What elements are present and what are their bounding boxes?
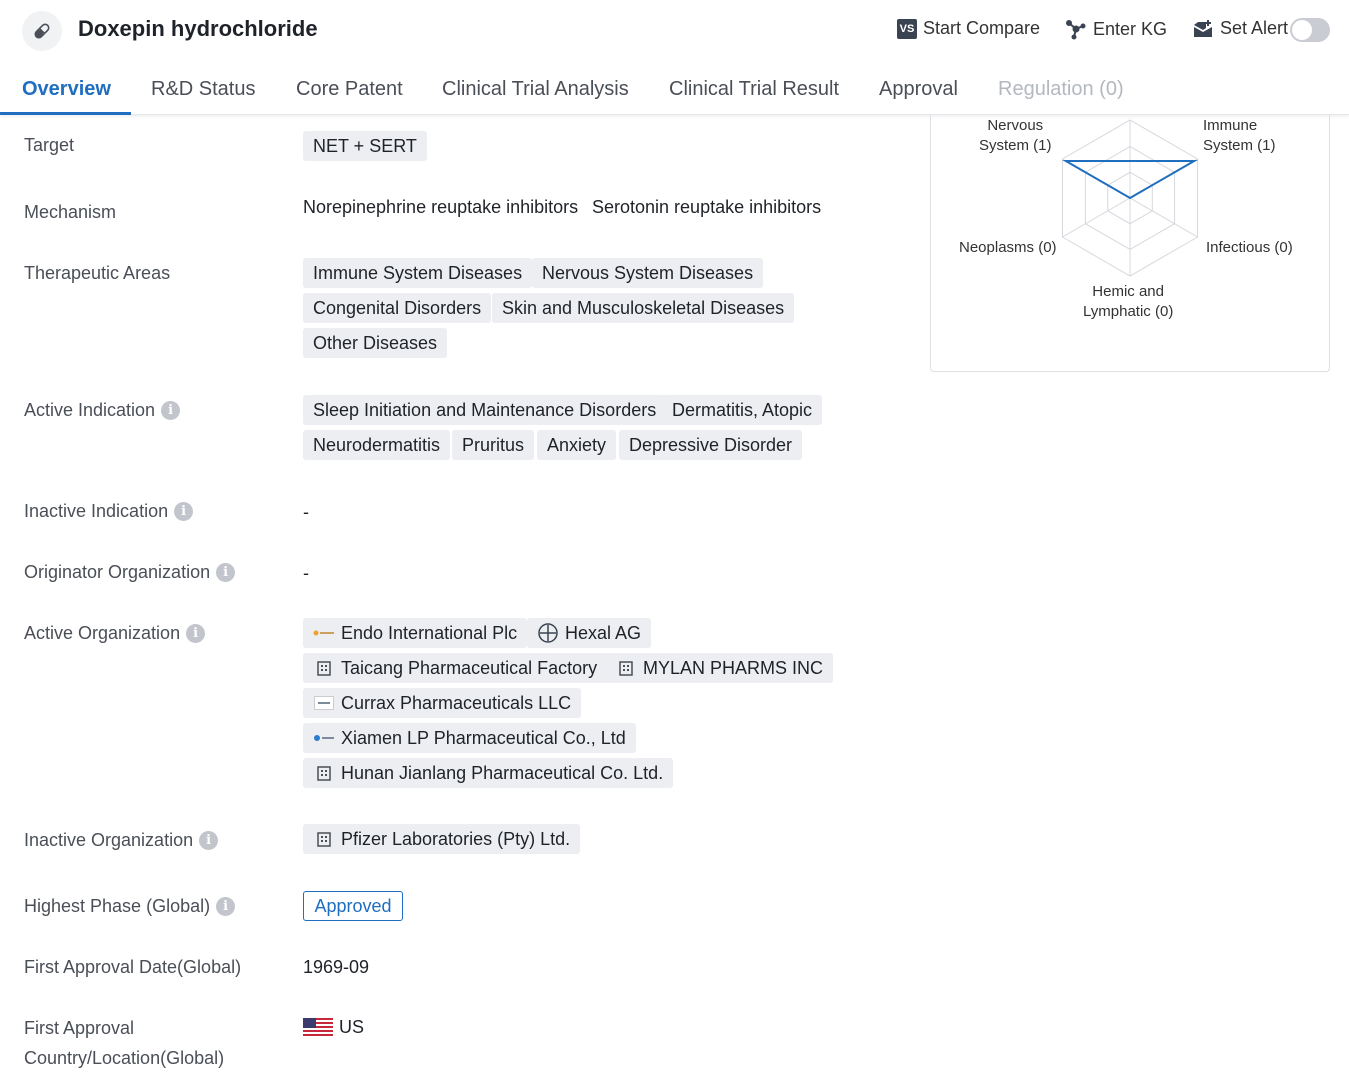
info-icon[interactable]: i xyxy=(186,624,205,643)
indication-chip[interactable]: Pruritus xyxy=(452,430,534,460)
info-icon[interactable]: i xyxy=(216,563,235,582)
page-title: Doxepin hydrochloride xyxy=(78,16,318,42)
indication-chip[interactable]: Dermatitis, Atopic xyxy=(662,395,822,425)
organization-name: Xiamen LP Pharmaceutical Co., Ltd xyxy=(341,728,626,749)
indication-chip[interactable]: Neurodermatitis xyxy=(303,430,450,460)
tab-overview[interactable]: Overview xyxy=(22,78,111,101)
info-icon[interactable]: i xyxy=(174,502,193,521)
organization-name: MYLAN PHARMS INC xyxy=(643,658,823,679)
alert-icon xyxy=(1192,19,1214,39)
therapeutic-area-chip[interactable]: Nervous System Diseases xyxy=(532,258,763,288)
organization-chip[interactable]: Endo International Plc xyxy=(303,618,527,648)
first-approval-country-label-line2: Country/Location(Global) xyxy=(24,1048,224,1069)
therapeutic-area-chip[interactable]: Congenital Disorders xyxy=(303,293,491,323)
therapeutic-area-chip[interactable]: Skin and Musculoskeletal Diseases xyxy=(492,293,794,323)
first-approval-date-label: First Approval Date(Global) xyxy=(24,957,241,978)
mechanism-value: Norepinephrine reuptake inhibitors xyxy=(303,197,578,218)
indication-chip[interactable]: Sleep Initiation and Maintenance Disorde… xyxy=(303,395,666,425)
organization-name: Currax Pharmaceuticals LLC xyxy=(341,693,571,714)
radar-axis-label: Infectious (0) xyxy=(1206,238,1293,258)
organization-chip[interactable]: Hunan Jianlang Pharmaceutical Co. Ltd. xyxy=(303,758,673,788)
tab-approval[interactable]: Approval xyxy=(879,78,958,101)
header: Doxepin hydrochloride VS Start Compare E… xyxy=(0,0,1349,60)
building-icon xyxy=(313,763,335,783)
indication-chip[interactable]: Anxiety xyxy=(537,430,616,460)
active-indication-label: Active Indicationi xyxy=(24,400,180,421)
organization-name: Endo International Plc xyxy=(341,623,517,644)
xiamen-lp-logo-icon xyxy=(313,728,335,748)
info-icon[interactable]: i xyxy=(161,401,180,420)
endo-logo-icon xyxy=(313,623,335,643)
radar-axis-label: ImmuneSystem (1) xyxy=(1203,116,1276,156)
organization-name: Taicang Pharmaceutical Factory xyxy=(341,658,597,679)
radar-axis-label: Hemic andLymphatic (0) xyxy=(1083,282,1173,322)
tab-bar: Overview R&D Status Core Patent Clinical… xyxy=(0,66,1349,115)
organization-chip[interactable]: Taicang Pharmaceutical Factory xyxy=(303,653,607,683)
radar-axis-label: NervousSystem (1) xyxy=(979,116,1052,156)
enter-kg-button[interactable]: Enter KG xyxy=(1065,18,1167,40)
therapeutic-area-radar-panel: NervousSystem (1) ImmuneSystem (1) Infec… xyxy=(930,114,1330,372)
radar-axis-label: Neoplasms (0) xyxy=(959,238,1057,258)
mechanism-label: Mechanism xyxy=(24,202,116,223)
organization-chip[interactable]: Pfizer Laboratories (Pty) Ltd. xyxy=(303,824,580,854)
originator-organization-value: - xyxy=(303,563,309,584)
first-approval-country-label-line1: First Approval xyxy=(24,1018,134,1039)
knowledge-graph-icon xyxy=(1065,18,1087,40)
organization-name: Hunan Jianlang Pharmaceutical Co. Ltd. xyxy=(341,763,663,784)
enter-kg-label: Enter KG xyxy=(1093,19,1167,40)
info-icon[interactable]: i xyxy=(199,831,218,850)
building-icon xyxy=(615,658,637,678)
first-approval-date-value: 1969-09 xyxy=(303,957,369,978)
organization-chip[interactable]: Currax Pharmaceuticals LLC xyxy=(303,688,581,718)
organization-chip[interactable]: Xiamen LP Pharmaceutical Co., Ltd xyxy=(303,723,636,753)
therapeutic-area-chip[interactable]: Immune System Diseases xyxy=(303,258,532,288)
therapeutic-areas-label: Therapeutic Areas xyxy=(24,263,170,284)
organization-name: Hexal AG xyxy=(565,623,641,644)
tab-regulation[interactable]: Regulation (0) xyxy=(998,78,1124,101)
set-alert-button[interactable]: Set Alert xyxy=(1192,18,1288,39)
active-tab-indicator xyxy=(0,112,131,115)
active-organization-label: Active Organizationi xyxy=(24,623,205,644)
compare-icon: VS xyxy=(897,19,917,39)
pill-icon xyxy=(22,11,62,51)
therapeutic-area-chip[interactable]: Other Diseases xyxy=(303,328,447,358)
set-alert-label: Set Alert xyxy=(1220,18,1288,39)
hexal-logo-icon xyxy=(537,623,559,643)
currax-logo-icon xyxy=(313,693,335,713)
inactive-organization-label: Inactive Organizationi xyxy=(24,830,218,851)
tab-clinical-trial-result[interactable]: Clinical Trial Result xyxy=(669,78,839,101)
originator-organization-label: Originator Organizationi xyxy=(24,562,235,583)
inactive-indication-value: - xyxy=(303,502,309,523)
tab-clinical-trial-analysis[interactable]: Clinical Trial Analysis xyxy=(442,78,629,101)
first-approval-country: US xyxy=(303,1017,364,1038)
phase-badge: Approved xyxy=(303,891,403,921)
building-icon xyxy=(313,658,335,678)
start-compare-button[interactable]: VS Start Compare xyxy=(897,18,1040,39)
organization-chip[interactable]: MYLAN PHARMS INC xyxy=(605,653,833,683)
organization-chip[interactable]: Hexal AG xyxy=(527,618,651,648)
target-label: Target xyxy=(24,135,74,156)
mechanism-value: Serotonin reuptake inhibitors xyxy=(592,197,821,218)
inactive-indication-label: Inactive Indicationi xyxy=(24,501,193,522)
tab-core-patent[interactable]: Core Patent xyxy=(296,78,403,101)
building-icon xyxy=(313,829,335,849)
organization-name: Pfizer Laboratories (Pty) Ltd. xyxy=(341,829,570,850)
target-chip[interactable]: NET + SERT xyxy=(303,131,427,161)
toggle-knob xyxy=(1292,20,1312,40)
alert-toggle[interactable] xyxy=(1290,18,1330,42)
tab-rd-status[interactable]: R&D Status xyxy=(151,78,255,101)
start-compare-label: Start Compare xyxy=(923,18,1040,39)
highest-phase-label: Highest Phase (Global)i xyxy=(24,896,235,917)
us-flag-icon xyxy=(303,1018,333,1038)
country-value: US xyxy=(339,1017,364,1038)
info-icon[interactable]: i xyxy=(216,897,235,916)
indication-chip[interactable]: Depressive Disorder xyxy=(619,430,802,460)
